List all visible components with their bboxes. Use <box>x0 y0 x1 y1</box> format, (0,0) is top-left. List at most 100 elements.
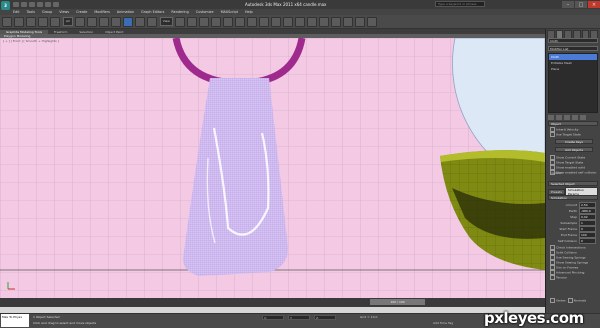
param-label: Self Collision <box>557 239 577 243</box>
menu-help[interactable]: Help <box>245 10 253 14</box>
menu-group[interactable]: Group <box>42 10 52 14</box>
render-setup-icon[interactable] <box>342 16 353 27</box>
undo-icon[interactable] <box>37 2 43 7</box>
configure-sets-icon[interactable] <box>580 114 586 120</box>
reference-coord-dropdown[interactable]: View <box>159 17 173 26</box>
selected-object-rollout-header[interactable]: Selected Object <box>548 181 598 186</box>
render-production-icon[interactable] <box>366 16 377 27</box>
select-manipulate-icon[interactable] <box>186 16 197 27</box>
object-rollout-header[interactable]: Object <box>548 121 598 126</box>
use-target-state-checkbox[interactable]: Use Target State <box>548 132 598 137</box>
unlink-icon[interactable] <box>38 16 48 27</box>
app-logo-icon[interactable]: 3 <box>1 1 10 10</box>
simulation-rollout-header[interactable]: Simulation <box>548 195 598 200</box>
remove-modifier-icon[interactable] <box>572 114 578 120</box>
menu-modifiers[interactable]: Modifiers <box>94 10 109 14</box>
viewport-label[interactable]: [ + ] [ Front ] [ Smooth + Highlights ] <box>3 39 59 43</box>
tab-freeform[interactable]: Freeform <box>48 30 73 34</box>
menu-maxscript[interactable]: MAXScript <box>221 10 238 14</box>
show-current-state-label: Show Current State <box>556 155 586 160</box>
front-viewport[interactable]: [ + ] [ Front ] [ Smooth + Highlights ] <box>0 38 545 298</box>
tab-selection[interactable]: Selection <box>73 30 99 34</box>
window-crossing-icon[interactable] <box>110 16 121 27</box>
show-end-result-icon[interactable] <box>556 114 562 120</box>
object-rollout-checks: Inherit Velocity Use Target State <box>548 127 598 137</box>
redo-tool-icon[interactable] <box>14 16 24 27</box>
redo-icon[interactable] <box>45 2 51 7</box>
select-by-name-icon[interactable] <box>86 16 97 27</box>
search-input[interactable]: Type a keyword or phrase <box>435 1 485 7</box>
modifier-list-dropdown[interactable]: Modifier List <box>548 46 598 51</box>
menu-edit[interactable]: Edit <box>13 10 20 14</box>
make-unique-icon[interactable] <box>564 114 570 120</box>
graphite-toggle-icon[interactable] <box>294 16 305 27</box>
rect-selection-icon[interactable] <box>98 16 109 27</box>
time-slider-knob[interactable]: 100 / 100 <box>370 299 425 305</box>
x-coord-field[interactable]: X: <box>262 315 284 320</box>
bind-space-warp-icon[interactable] <box>50 16 60 27</box>
select-rotate-icon[interactable] <box>134 16 145 27</box>
pivot-center-icon[interactable] <box>174 16 185 27</box>
show-self-collision-checkbox[interactable]: Show enabled self collision <box>548 170 598 175</box>
open-file-icon[interactable] <box>21 2 27 7</box>
tab-presets[interactable]: Presets <box>548 188 565 195</box>
new-file-icon[interactable] <box>13 2 19 7</box>
object-name-field[interactable]: Cloth <box>548 38 598 43</box>
pin-stack-icon[interactable] <box>548 114 554 120</box>
curve-editor-icon[interactable] <box>306 16 317 27</box>
menu-rendering[interactable]: Rendering <box>171 10 188 14</box>
named-selection-icon[interactable] <box>246 16 257 27</box>
display-mode-checks: Vertex Normals <box>548 297 598 303</box>
layer-manager-icon[interactable] <box>282 16 293 27</box>
menu-views[interactable]: Views <box>59 10 69 14</box>
link-icon[interactable] <box>26 16 36 27</box>
snaps-toggle-icon[interactable] <box>198 16 209 27</box>
y-coord-field[interactable]: Y: <box>288 315 310 320</box>
param-self-collision-field[interactable]: 0 <box>579 238 596 244</box>
undo-tool-icon[interactable] <box>2 16 12 27</box>
save-file-icon[interactable] <box>29 2 35 7</box>
minimize-icon[interactable]: – <box>562 1 574 8</box>
show-target-state-label: Show Target State <box>556 160 584 165</box>
viewport-scene <box>0 38 545 298</box>
create-keys-button[interactable]: Create Keys <box>555 139 593 144</box>
simulation-param-checks: Check Intersections Solid Collision Use … <box>548 245 598 280</box>
param-label: Step <box>570 215 577 219</box>
percent-snap-icon[interactable] <box>222 16 233 27</box>
check-intersections-label: Check Intersections <box>556 245 586 250</box>
spinner-snap-icon[interactable] <box>234 16 245 27</box>
modifier-stack[interactable]: Cloth Editable Mesh Plane <box>548 53 598 113</box>
add-time-tag[interactable]: Add Time Tag <box>433 321 453 325</box>
maximize-icon[interactable]: □ <box>575 1 587 8</box>
tension-checkbox[interactable]: Tension <box>548 275 598 280</box>
select-object-icon[interactable] <box>74 16 85 27</box>
tab-graphite-modeling[interactable]: Graphite Modeling Tools <box>0 29 49 34</box>
material-editor-icon[interactable] <box>330 16 341 27</box>
time-slider[interactable] <box>0 298 545 307</box>
z-coord-field[interactable]: Z: <box>314 315 336 320</box>
select-move-icon[interactable] <box>122 16 133 27</box>
stack-item-plane[interactable]: Plane <box>549 66 597 72</box>
menu-animation[interactable]: Animation <box>117 10 134 14</box>
sim-on-frames-label: Sim on Frames <box>556 265 579 270</box>
menu-tools[interactable]: Tools <box>27 10 35 14</box>
tab-object-paint[interactable]: Object Paint <box>99 30 129 34</box>
mirror-icon[interactable] <box>258 16 269 27</box>
hold-icon[interactable] <box>53 2 59 7</box>
maxscript-mini-listener[interactable]: Max To Physx <box>1 314 29 327</box>
rendered-frame-icon[interactable] <box>354 16 365 27</box>
normals-checkbox[interactable]: Normals <box>566 297 586 303</box>
vertex-checkbox[interactable]: Vertex <box>548 297 566 303</box>
align-icon[interactable] <box>270 16 281 27</box>
selection-filter-dropdown[interactable]: All <box>63 17 73 26</box>
menu-graph-editors[interactable]: Graph Editors <box>141 10 164 14</box>
select-scale-icon[interactable] <box>146 16 157 27</box>
add-objects-button[interactable]: Add Objects <box>555 147 593 152</box>
use-target-state-label: Use Target State <box>556 132 581 137</box>
menu-customize[interactable]: Customize <box>196 10 214 14</box>
angle-snap-icon[interactable] <box>210 16 221 27</box>
schematic-view-icon[interactable] <box>318 16 329 27</box>
menu-create[interactable]: Create <box>76 10 87 14</box>
close-icon[interactable]: × <box>588 1 600 8</box>
param-label: End Frame <box>560 233 577 237</box>
